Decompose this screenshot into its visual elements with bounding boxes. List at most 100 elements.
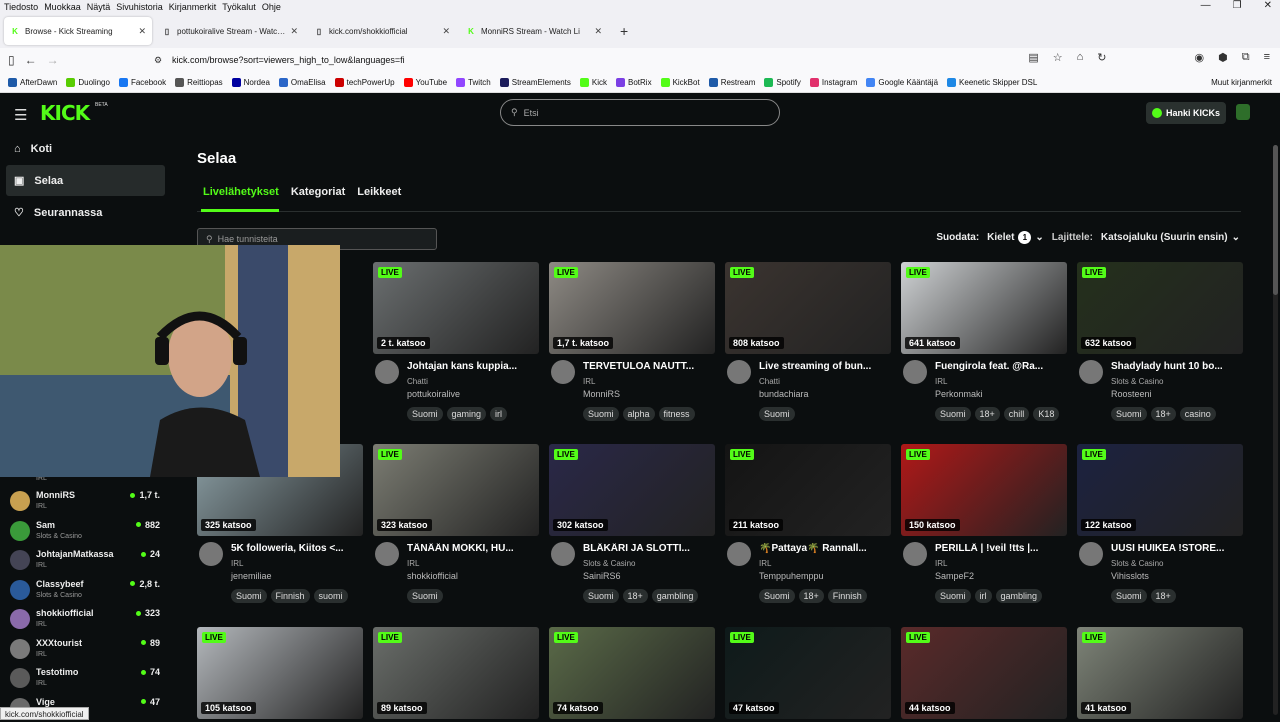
reload-icon[interactable]: ↻ — [1097, 51, 1106, 64]
sidebar-channel[interactable]: Testotimo IRL 74 — [10, 664, 160, 692]
tag-chip[interactable]: Suomi — [1111, 407, 1147, 421]
tag-chip[interactable]: 18+ — [974, 407, 1000, 421]
tag-chip[interactable]: Finnish — [270, 589, 310, 603]
sidebar-channel[interactable]: JohtajanMatkassa IRL 24 — [10, 546, 160, 574]
menu-item[interactable]: Muokkaa — [44, 0, 81, 14]
stream-category[interactable]: Chatti — [759, 377, 780, 386]
browser-tab[interactable]: K MonniRS Stream - Watch Li ✕ — [460, 17, 608, 45]
avatar[interactable] — [375, 542, 399, 566]
tag-chip[interactable]: Suomi — [407, 407, 443, 421]
stream-category[interactable]: IRL — [407, 559, 419, 568]
stream-category[interactable]: IRL — [759, 559, 771, 568]
bookmark-item[interactable]: Facebook — [118, 77, 166, 87]
sidebar-channel[interactable]: Classybeef Slots & Casino 2,8 t. — [10, 576, 160, 604]
tag-chip[interactable]: Suomi — [583, 407, 619, 421]
streamer-name[interactable]: Vihisslots — [1111, 571, 1149, 581]
bookmark-item[interactable]: Google Kääntäjä — [866, 77, 938, 87]
avatar[interactable] — [551, 360, 575, 384]
new-tab-icon[interactable]: + — [612, 23, 636, 39]
menu-item[interactable]: Sivuhistoria — [116, 0, 163, 14]
bookmark-item[interactable]: YouTube — [403, 77, 447, 87]
close-tab-icon[interactable]: ✕ — [442, 26, 450, 37]
tag-chip[interactable]: 18+ — [798, 589, 824, 603]
avatar[interactable] — [1079, 360, 1103, 384]
bookmark-item[interactable]: Instagram — [809, 77, 857, 87]
tag-chip[interactable]: Suomi — [759, 589, 795, 603]
bookmark-item[interactable]: Reittiopas — [175, 77, 223, 87]
sidebar-channel[interactable]: Sam Slots & Casino 882 — [10, 517, 160, 545]
browser-tab[interactable]: ▯ kick.com/shokkiofficial ✕ — [308, 17, 456, 45]
bookmark-item[interactable]: Twitch — [456, 77, 491, 87]
minimize-icon[interactable]: — — [1201, 0, 1211, 11]
streamer-name[interactable]: bundachiara — [759, 389, 809, 399]
stream-title[interactable]: UUSI HUIKEA !STORE... — [1111, 543, 1243, 554]
bookmark-item[interactable]: techPowerUp — [334, 77, 395, 87]
home-icon[interactable]: ⌂ — [1077, 51, 1084, 64]
stream-category[interactable]: Slots & Casino — [583, 559, 635, 568]
stream-category[interactable]: IRL — [231, 559, 243, 568]
streamer-name[interactable]: Perkonmaki — [935, 389, 983, 399]
menu-item[interactable]: Näytä — [87, 0, 111, 14]
sort-select[interactable]: Katsojaluku (Suurin ensin) ⌄ — [1101, 232, 1240, 243]
avatar[interactable] — [903, 542, 927, 566]
tag-chip[interactable]: Suomi — [935, 407, 971, 421]
bookmark-item[interactable]: OmaElisa — [278, 77, 326, 87]
browser-tab[interactable]: K Browse - Kick Streaming ✕ — [4, 17, 152, 45]
sidebar-item-browse[interactable]: ▣ Selaa — [6, 165, 165, 196]
bookmark-item[interactable]: BotRix — [616, 77, 652, 87]
tag-chip[interactable]: 18+ — [1150, 407, 1176, 421]
stream-title[interactable]: TERVETULOA NAUTT... — [583, 361, 715, 372]
streamer-name[interactable]: pottukoiralive — [407, 389, 460, 399]
tag-chip[interactable]: irl — [490, 407, 508, 421]
stream-title[interactable]: PERILLÄ | !veil !tts |... — [935, 543, 1067, 554]
streamer-name[interactable]: SampeF2 — [935, 571, 974, 581]
close-tab-icon[interactable]: ✕ — [594, 26, 602, 37]
gift-icon[interactable] — [1236, 104, 1250, 120]
tag-chip[interactable]: Suomi — [583, 589, 619, 603]
menu-item[interactable]: Kirjanmerkit — [169, 0, 217, 14]
bookmark-item[interactable]: Duolingo — [66, 77, 110, 87]
tag-chip[interactable]: alpha — [622, 407, 655, 421]
reader-icon[interactable]: ▤ — [1028, 51, 1038, 64]
sidebar-item-following[interactable]: ♡ Seurannassa — [6, 197, 165, 228]
tag-chip[interactable]: irl — [974, 589, 992, 603]
stream-category[interactable]: Slots & Casino — [1111, 559, 1163, 568]
other-bookmarks[interactable]: Muut kirjanmerkit — [1211, 78, 1272, 87]
avatar[interactable] — [199, 542, 223, 566]
hamburger-icon[interactable]: ☰ — [14, 106, 27, 124]
tag-chip[interactable]: Suomi — [407, 589, 443, 603]
scrollbar-thumb[interactable] — [1273, 145, 1278, 295]
avatar[interactable] — [1079, 542, 1103, 566]
close-tab-icon[interactable]: ✕ — [290, 26, 298, 37]
stream-title[interactable]: Shadylady hunt 10 bo... — [1111, 361, 1243, 372]
tag-chip[interactable]: suomi — [313, 589, 348, 603]
tag-chip[interactable]: 18+ — [1150, 589, 1176, 603]
tab-clips[interactable]: Leikkeet — [357, 186, 401, 198]
tag-chip[interactable]: gambling — [995, 589, 1043, 603]
search-input[interactable]: ⚲ Etsi — [500, 99, 780, 126]
tag-chip[interactable]: K18 — [1033, 407, 1060, 421]
avatar[interactable] — [375, 360, 399, 384]
url-bar[interactable]: ⚙ kick.com/browse?sort=viewers_high_to_l… — [154, 51, 1034, 69]
avatar[interactable] — [903, 360, 927, 384]
stream-title[interactable]: 5K followeria, Kiitos <... — [231, 543, 363, 554]
avatar[interactable] — [727, 542, 751, 566]
tag-chip[interactable]: gaming — [446, 407, 487, 421]
stream-category[interactable]: IRL — [583, 377, 595, 386]
tab-categories[interactable]: Kategoriat — [291, 186, 345, 198]
menu-item[interactable]: Työkalut — [222, 0, 256, 14]
tab-live[interactable]: Livelähetykset — [203, 186, 279, 198]
streamer-name[interactable]: shokkiofficial — [407, 571, 458, 581]
bookmark-item[interactable]: Spotify — [764, 77, 801, 87]
close-window-icon[interactable]: ✕ — [1264, 0, 1272, 11]
streamer-name[interactable]: SainiRS6 — [583, 571, 621, 581]
browser-tab[interactable]: ▯ pottukoiralive Stream - Watch Li ✕ — [156, 17, 304, 45]
streamer-name[interactable]: Temppuhemppu — [759, 571, 824, 581]
avatar[interactable] — [551, 542, 575, 566]
stream-category[interactable]: IRL — [935, 377, 947, 386]
menu-icon[interactable]: ≡ — [1264, 51, 1270, 64]
streamer-name[interactable]: MonniRS — [583, 389, 620, 399]
bookmark-item[interactable]: Keenetic Skipper DSL — [947, 77, 1037, 87]
get-kicks-button[interactable]: Hanki KICKs — [1146, 102, 1226, 124]
stream-title[interactable]: Live streaming of bun... — [759, 361, 891, 372]
